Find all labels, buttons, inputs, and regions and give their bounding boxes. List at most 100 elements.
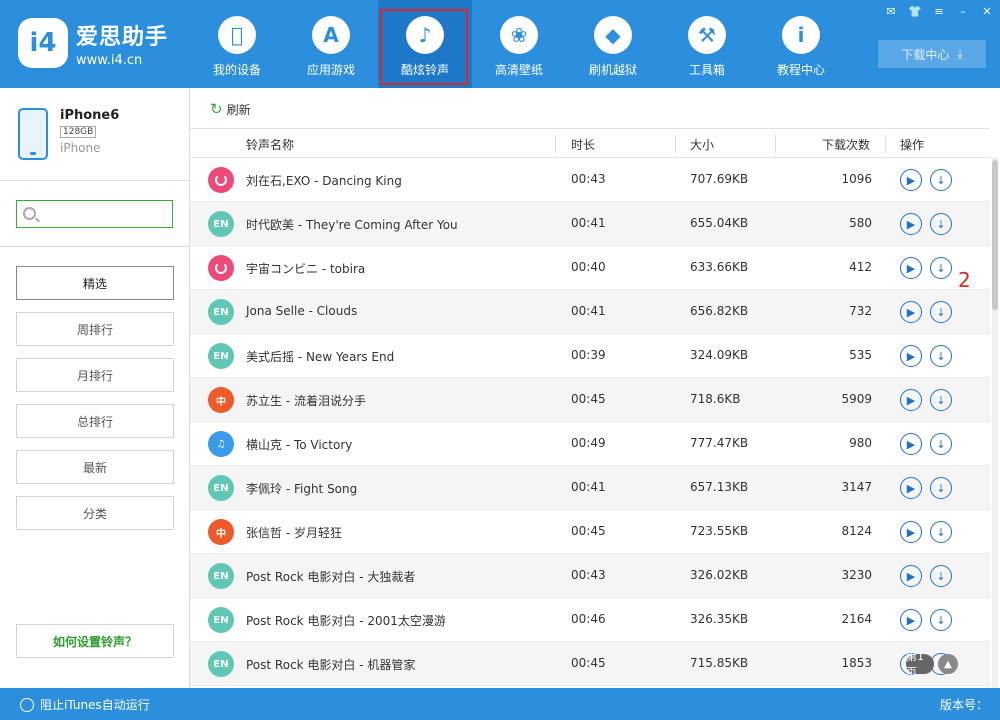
menu-item[interactable]: 周排行 [16,312,174,346]
play-button[interactable]: ▶ [900,389,922,411]
download-button[interactable]: ↓ [930,257,952,279]
badge-zh-icon: 中 [208,519,234,545]
refresh-label: 刷新 [226,102,251,117]
table-row[interactable]: EN 时代欧美 - They're Coming After You 00:41 65… [190,202,990,246]
table-row[interactable]: EN Jona Selle - Clouds 00:41 656.82KB 732 ▶ ↓ [190,290,990,334]
apple-icon:  [218,16,256,54]
ringtone-downloads: 1853 [841,656,872,670]
message-icon[interactable]: ✉ [884,4,898,18]
ringtone-duration: 00:43 [571,568,606,582]
play-button[interactable]: ▶ [900,169,922,191]
device-model: iPhone [60,141,101,155]
badge-en-icon: EN [208,607,234,633]
badge-music-icon: ♫ [208,431,234,457]
table-row[interactable]: EN 美式后摇 - New Years End 00:39 324.09KB 535 ▶ ↓ [190,334,990,378]
refresh-button[interactable]: ↻ 刷新 [210,100,251,118]
category-menu: 精选周排行月排行总排行最新分类 [16,266,174,542]
play-button[interactable]: ▶ [900,609,922,631]
nav-item-6[interactable]: i 教程中心 [754,0,848,88]
page-indicator[interactable]: 第1页 [906,650,934,679]
divider [0,246,189,247]
play-button[interactable]: ▶ [900,301,922,323]
menu-icon[interactable]: ≡ [932,4,946,18]
menu-item[interactable]: 精选 [16,266,174,300]
download-button[interactable]: ↓ [930,433,952,455]
ringtone-size: 707.69KB [690,172,749,186]
play-button[interactable]: ▶ [900,257,922,279]
block-itunes-toggle[interactable]: 阻止iTunes自动运行 [20,696,150,713]
play-button[interactable]: ▶ [900,521,922,543]
nav-item-4[interactable]: ◆ 刷机越狱 [566,0,660,88]
device-card[interactable]: iPhone6 128GB iPhone [18,108,119,160]
play-button[interactable]: ▶ [900,433,922,455]
ringtone-downloads: 412 [849,260,872,274]
download-button[interactable]: ↓ [930,345,952,367]
minimize-icon[interactable]: – [956,4,970,18]
ringtone-downloads: 3147 [841,480,872,494]
download-center-button[interactable]: 下载中心 ⤓ [878,40,986,68]
nav-label: 教程中心 [776,63,825,77]
status-bar: 阻止iTunes自动运行 版本号： [0,688,1000,720]
table-row[interactable]: 刘在石,EXO - Dancing King 00:43 707.69KB 1096 ▶… [190,158,990,202]
ringtone-downloads: 535 [849,348,872,362]
ringtone-duration: 00:40 [571,260,606,274]
download-button[interactable]: ↓ [930,169,952,191]
nav-item-5[interactable]: ⚒ 工具箱 [660,0,754,88]
badge-en-icon: EN [208,475,234,501]
howto-set-ringtone-button[interactable]: 如何设置铃声？ [16,624,174,658]
ringtone-size: 715.85KB [690,656,749,670]
ringtone-name: Post Rock 电影对白 - 大独裁者 [246,570,416,584]
ringtone-duration: 00:39 [571,348,606,362]
play-button[interactable]: ▶ [900,213,922,235]
table-header: 铃声名称 时长 大小 下载次数 操作 [190,128,990,158]
search-input[interactable] [17,201,196,227]
table-row[interactable]: 中苏立生 - 流着泪说分手 00:45 718.6KB 5909 ▶ ↓ [190,378,990,422]
ringtone-duration: 00:45 [571,524,606,538]
download-button[interactable]: ↓ [930,301,952,323]
nav-item-3[interactable]: ❀ 高清壁纸 [472,0,566,88]
play-button[interactable]: ▶ [900,477,922,499]
nav-label: 高清壁纸 [494,63,543,77]
scroll-thumb[interactable] [992,160,998,310]
menu-item[interactable]: 总排行 [16,404,174,438]
download-icon: ⤓ [957,46,963,61]
ringtone-name: 张信哲 - 岁月轻狂 [246,526,342,540]
nav-label: 刷机越狱 [588,63,637,77]
badge-en-icon: EN [208,563,234,589]
nav-item-1[interactable]: A 应用游戏 [284,0,378,88]
table-row[interactable]: EN Post Rock 电影对白 - 2001太空漫游 00:46 326.35KB… [190,598,990,642]
top-header: i4 爱思助手 www.i4.cn 我的设备A应用游戏♪酷炫铃声❀高清壁纸◆刷… [0,0,1000,88]
table-row[interactable]: EN 李佩玲 - Fight Song 00:41 657.13KB 3147 ▶ ↓ [190,466,990,510]
download-button[interactable]: ↓ [930,609,952,631]
toolbar: ↻ 刷新 [190,88,1000,128]
table-row[interactable]: 中张信哲 - 岁月轻狂 00:45 723.55KB 8124 ▶ ↓ [190,510,990,554]
menu-item[interactable]: 最新 [16,450,174,484]
menu-item[interactable]: 分类 [16,496,174,530]
table-row[interactable]: 宇宙コンビニ - tobira 00:40 633.66KB 412 ▶ ↓ [190,246,990,290]
ringtone-duration: 00:49 [571,436,606,450]
table-row[interactable]: EN Post Rock 电影对白 - 大独裁者 00:43 326.02KB 3230… [190,554,990,598]
badge-pink-icon [208,255,234,281]
table-row[interactable]: ♫ 横山克 - To Victory 00:49 777.47KB 980 ▶ ↓ [190,422,990,466]
ringtone-name: 时代欧美 - They're Coming After You [246,218,458,232]
download-button[interactable]: ↓ [930,565,952,587]
menu-item[interactable]: 月排行 [16,358,174,392]
play-button[interactable]: ▶ [900,565,922,587]
badge-pink-icon [208,167,234,193]
download-button[interactable]: ↓ [930,389,952,411]
badge-en-icon: EN [208,299,234,325]
play-button[interactable]: ▶ [900,345,922,367]
ringtone-size: 718.6KB [690,392,741,406]
download-button[interactable]: ↓ [930,521,952,543]
scroll-top-icon[interactable]: ▲ [938,654,958,674]
table-row[interactable]: EN Post Rock 电影对白 - 机器管家 00:45 715.85KB 1853… [190,642,990,686]
skin-icon[interactable]: 👕 [908,4,922,18]
close-icon[interactable]: ✕ [980,4,994,18]
download-button[interactable]: ↓ [930,477,952,499]
badge-zh-icon: 中 [208,387,234,413]
nav-item-0[interactable]:  我的设备 [190,0,284,88]
phone-icon [18,108,48,160]
ringtone-downloads: 980 [849,436,872,450]
scrollbar[interactable] [992,158,998,688]
download-button[interactable]: ↓ [930,213,952,235]
